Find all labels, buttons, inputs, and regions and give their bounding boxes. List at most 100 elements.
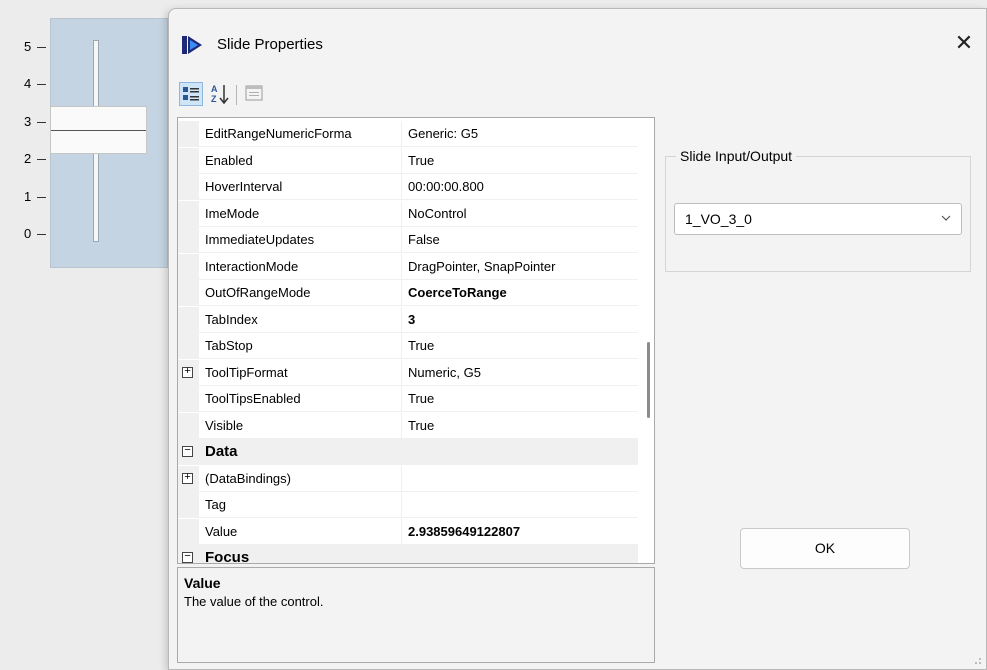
column-divider[interactable] <box>401 227 402 253</box>
column-divider[interactable] <box>401 359 402 386</box>
property-value[interactable]: True <box>408 153 434 168</box>
property-grid-scrollbar[interactable] <box>647 342 650 418</box>
categorized-button[interactable] <box>179 82 203 106</box>
property-name: ToolTipsEnabled <box>205 391 301 406</box>
property-value[interactable]: True <box>408 418 434 433</box>
slide-io-dropdown[interactable]: 1_VO_3_0 <box>674 203 962 235</box>
row-gutter <box>178 386 199 412</box>
description-panel: Value The value of the control. <box>177 567 655 663</box>
property-row[interactable]: ImmediateUpdates False <box>178 227 638 253</box>
chevron-down-icon <box>941 215 951 221</box>
property-value[interactable]: 3 <box>408 312 415 327</box>
sort-az-icon: A Z <box>211 84 229 105</box>
row-gutter <box>178 174 199 200</box>
row-divider <box>199 199 638 200</box>
row-gutter <box>178 253 199 280</box>
row-divider <box>199 384 638 386</box>
property-row[interactable]: TabIndex 3 <box>178 306 638 333</box>
alphabetical-button[interactable]: A Z <box>209 82 233 106</box>
property-name: HoverInterval <box>205 179 283 194</box>
property-value[interactable]: DragPointer, SnapPointer <box>408 259 555 274</box>
property-value[interactable]: CoerceToRange <box>408 285 507 300</box>
property-row[interactable]: Value 2.93859649122807 <box>178 518 638 545</box>
svg-text:A: A <box>211 84 218 94</box>
property-row[interactable]: ImeMode NoControl <box>178 200 638 227</box>
column-divider[interactable] <box>401 253 402 280</box>
row-gutter <box>178 200 199 227</box>
property-name: (DataBindings) <box>205 470 291 486</box>
property-value[interactable]: NoControl <box>408 206 467 221</box>
property-value[interactable]: Numeric, G5 <box>408 365 481 380</box>
property-value[interactable]: True <box>408 338 434 353</box>
property-name: Enabled <box>205 152 253 168</box>
property-row[interactable]: Enabled True <box>178 147 638 174</box>
slider-tick-mark <box>37 234 46 235</box>
property-row[interactable]: TabStop True <box>178 333 638 359</box>
property-value[interactable]: True <box>408 391 434 406</box>
column-divider[interactable] <box>401 412 402 439</box>
row-divider <box>199 252 638 253</box>
row-gutter <box>178 306 199 333</box>
property-name: Visible <box>205 417 244 433</box>
column-divider[interactable] <box>401 121 402 147</box>
column-divider[interactable] <box>401 492 402 518</box>
slider-tick-mark <box>37 84 46 86</box>
row-divider <box>199 437 638 439</box>
property-name: EditRangeNumericForma <box>205 126 352 141</box>
column-divider[interactable] <box>401 147 402 174</box>
column-divider[interactable] <box>401 280 402 306</box>
property-value[interactable]: Generic: G5 <box>408 126 478 141</box>
property-value[interactable]: 00:00:00.800 <box>408 179 484 194</box>
property-name: TabIndex <box>205 311 258 327</box>
slide-io-group-label: Slide Input/Output <box>676 148 797 164</box>
property-category-row[interactable]: − Focus <box>178 545 638 564</box>
description-text: The value of the control. <box>184 594 324 609</box>
property-name: InteractionMode <box>205 258 299 274</box>
property-row[interactable]: EditRangeNumericForma Generic: G5 <box>178 121 638 147</box>
property-row[interactable]: + (DataBindings) <box>178 465 638 492</box>
row-divider <box>199 225 638 227</box>
column-divider[interactable] <box>401 518 402 545</box>
category-name: Focus <box>205 549 250 564</box>
property-row[interactable]: OutOfRangeMode CoerceToRange <box>178 280 638 306</box>
slide-io-selected-value: 1_VO_3_0 <box>685 211 752 227</box>
close-button[interactable]: ✕ <box>950 28 978 58</box>
property-pages-button[interactable] <box>243 82 267 106</box>
property-value[interactable]: False <box>408 232 440 247</box>
property-value[interactable]: 2.93859649122807 <box>408 524 520 539</box>
property-name: ImeMode <box>205 205 260 221</box>
column-divider[interactable] <box>401 200 402 227</box>
row-gutter <box>178 227 199 253</box>
row-gutter <box>178 518 199 545</box>
property-row[interactable]: Visible True <box>178 412 638 439</box>
row-gutter <box>178 147 199 174</box>
slider-control: 543210 <box>0 0 168 670</box>
slider-thumb[interactable] <box>50 106 147 154</box>
row-divider <box>199 517 638 518</box>
property-row[interactable]: Tag <box>178 492 638 518</box>
property-name: OutOfRangeMode <box>205 285 311 300</box>
collapse-icon[interactable]: − <box>182 552 193 563</box>
column-divider[interactable] <box>401 465 402 492</box>
property-name: Tag <box>205 497 226 512</box>
ok-button[interactable]: OK <box>740 528 910 569</box>
property-row[interactable]: InteractionMode DragPointer, SnapPointer <box>178 253 638 280</box>
row-divider <box>199 358 638 359</box>
column-divider[interactable] <box>401 306 402 333</box>
resize-grip-icon[interactable] <box>972 655 982 665</box>
property-row[interactable]: + ToolTipFormat Numeric, G5 <box>178 359 638 386</box>
property-pages-icon <box>245 85 263 101</box>
property-name: ImmediateUpdates <box>205 232 315 247</box>
column-divider[interactable] <box>401 386 402 412</box>
property-grid[interactable]: − Focus Value 2.93859649122807 Tag + (DataBind… <box>177 117 655 564</box>
expand-icon[interactable]: + <box>182 472 193 484</box>
property-row[interactable]: ToolTipsEnabled True <box>178 386 638 412</box>
property-row[interactable]: HoverInterval 00:00:00.800 <box>178 174 638 200</box>
collapse-icon[interactable]: − <box>182 446 193 457</box>
row-divider <box>199 490 638 492</box>
column-divider[interactable] <box>401 333 402 359</box>
column-divider[interactable] <box>401 174 402 200</box>
property-category-row[interactable]: − Data <box>178 439 638 465</box>
slider-tick-mark <box>37 121 46 123</box>
expand-icon[interactable]: + <box>182 366 193 378</box>
